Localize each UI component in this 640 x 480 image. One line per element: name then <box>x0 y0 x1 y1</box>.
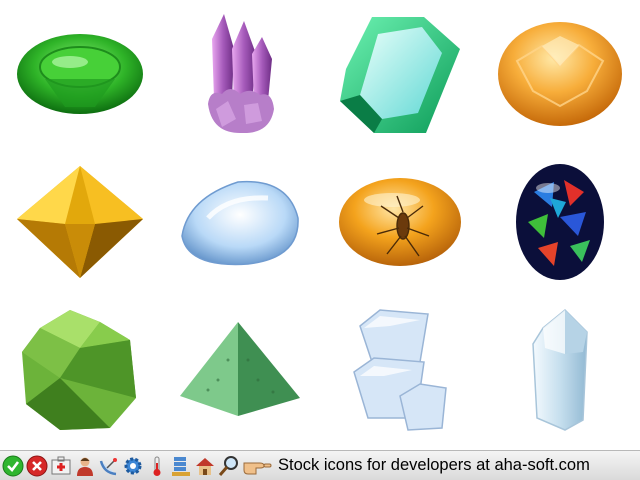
satellite-dish-icon[interactable] <box>98 455 120 477</box>
footer-bar: Stock icons for developers at aha-soft.c… <box>0 450 640 480</box>
thermometer-icon[interactable] <box>146 455 168 477</box>
green-emerald-oval-icon <box>0 0 160 148</box>
blue-water-drop-gem-icon <box>160 148 320 296</box>
jade-pyramid-icon <box>160 296 320 444</box>
footer-credit-text[interactable]: Stock icons for developers at aha-soft.c… <box>278 456 590 475</box>
pointing-hand-icon[interactable] <box>242 455 272 477</box>
green-peridot-rock-icon <box>0 296 160 444</box>
amethyst-crystal-cluster-icon <box>160 0 320 148</box>
magnifier-icon[interactable] <box>218 455 240 477</box>
emerald-cut-gem-icon <box>320 0 480 148</box>
gear-icon[interactable] <box>122 455 144 477</box>
orange-faceted-gem-icon <box>480 0 640 148</box>
yellow-octahedron-crystal-icon <box>0 148 160 296</box>
black-opal-icon <box>480 148 640 296</box>
check-icon[interactable] <box>2 455 24 477</box>
clear-quartz-crystal-icon <box>480 296 640 444</box>
house-icon[interactable] <box>194 455 216 477</box>
cancel-icon[interactable] <box>26 455 48 477</box>
first-aid-kit-icon[interactable] <box>50 455 72 477</box>
gem-icon-grid <box>0 0 640 448</box>
amber-with-mosquito-icon <box>320 148 480 296</box>
user-icon[interactable] <box>74 455 96 477</box>
database-icon[interactable] <box>170 455 192 477</box>
ice-cubes-icon <box>320 296 480 444</box>
